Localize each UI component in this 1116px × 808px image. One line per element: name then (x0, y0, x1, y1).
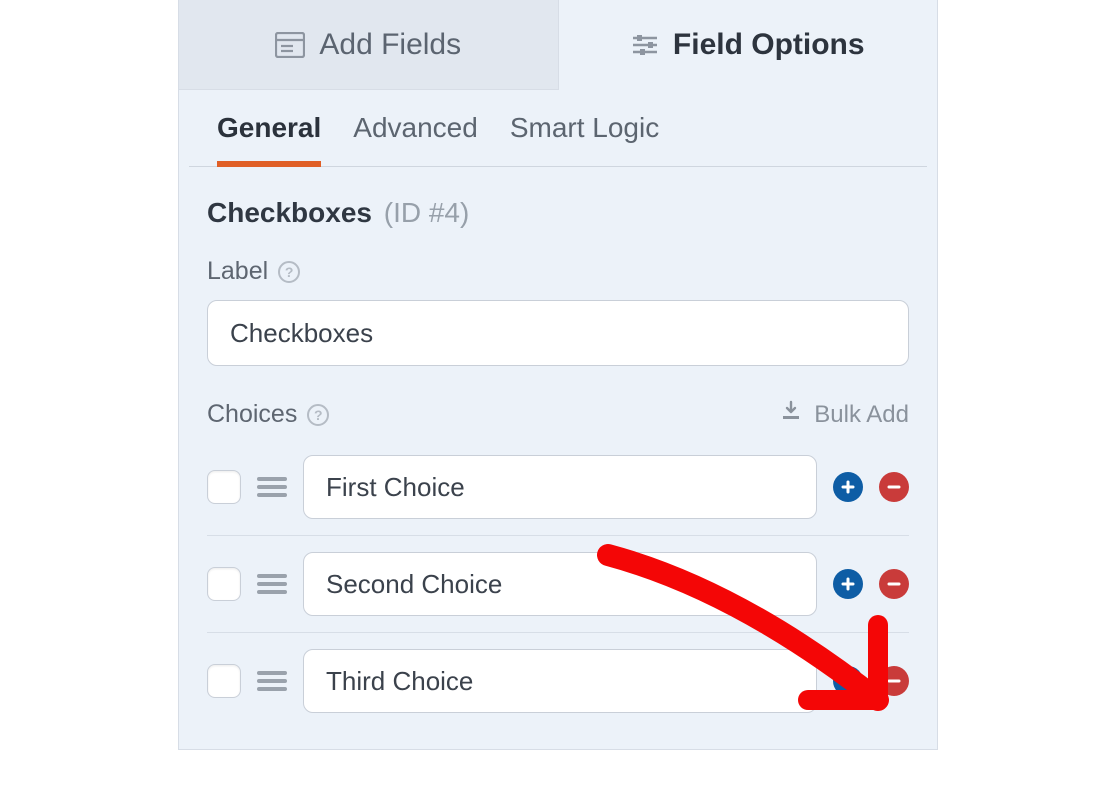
drag-handle-icon[interactable] (257, 571, 287, 597)
choice-row (207, 439, 909, 536)
bulk-add-button[interactable]: Bulk Add (780, 400, 909, 429)
add-choice-button[interactable] (833, 666, 863, 696)
field-type-label: Checkboxes (207, 197, 372, 228)
sub-tab-advanced[interactable]: Advanced (353, 112, 478, 166)
add-choice-button[interactable] (833, 569, 863, 599)
download-icon (780, 400, 802, 429)
field-title: Checkboxes (ID #4) (207, 197, 909, 229)
field-id-label: (ID #4) (384, 197, 470, 228)
choices-section-title: Choices (207, 400, 297, 429)
choice-input[interactable] (303, 455, 817, 519)
sub-tab-smart-logic[interactable]: Smart Logic (510, 112, 659, 166)
field-options-panel: Add Fields Field Options General Advance… (178, 0, 938, 750)
choice-default-checkbox[interactable] (207, 664, 241, 698)
label-input[interactable] (207, 300, 909, 366)
choice-default-checkbox[interactable] (207, 567, 241, 601)
tab-add-fields-label: Add Fields (319, 28, 461, 62)
field-options-content: Checkboxes (ID #4) Label ? Choices ? Bul… (179, 167, 937, 749)
help-icon[interactable]: ? (307, 404, 329, 426)
sub-tabs: General Advanced Smart Logic (189, 90, 927, 167)
choice-default-checkbox[interactable] (207, 470, 241, 504)
drag-handle-icon[interactable] (257, 474, 287, 500)
bulk-add-label: Bulk Add (814, 401, 909, 429)
sliders-icon (631, 32, 659, 58)
remove-choice-button[interactable] (879, 472, 909, 502)
tab-field-options-label: Field Options (673, 28, 865, 62)
tab-add-fields[interactable]: Add Fields (179, 0, 559, 90)
choice-row (207, 633, 909, 729)
choice-list (207, 439, 909, 729)
top-tabs: Add Fields Field Options (179, 0, 937, 90)
choice-input[interactable] (303, 649, 817, 713)
choices-section-header: Choices ? Bulk Add (207, 400, 909, 429)
add-choice-button[interactable] (833, 472, 863, 502)
remove-choice-button[interactable] (879, 666, 909, 696)
sub-tab-general[interactable]: General (217, 112, 321, 166)
help-icon[interactable]: ? (278, 261, 300, 283)
form-icon (275, 32, 305, 58)
tab-field-options[interactable]: Field Options (559, 0, 938, 90)
label-section-title: Label (207, 257, 268, 286)
label-section-header: Label ? (207, 257, 909, 286)
choice-input[interactable] (303, 552, 817, 616)
choice-row (207, 536, 909, 633)
remove-choice-button[interactable] (879, 569, 909, 599)
drag-handle-icon[interactable] (257, 668, 287, 694)
